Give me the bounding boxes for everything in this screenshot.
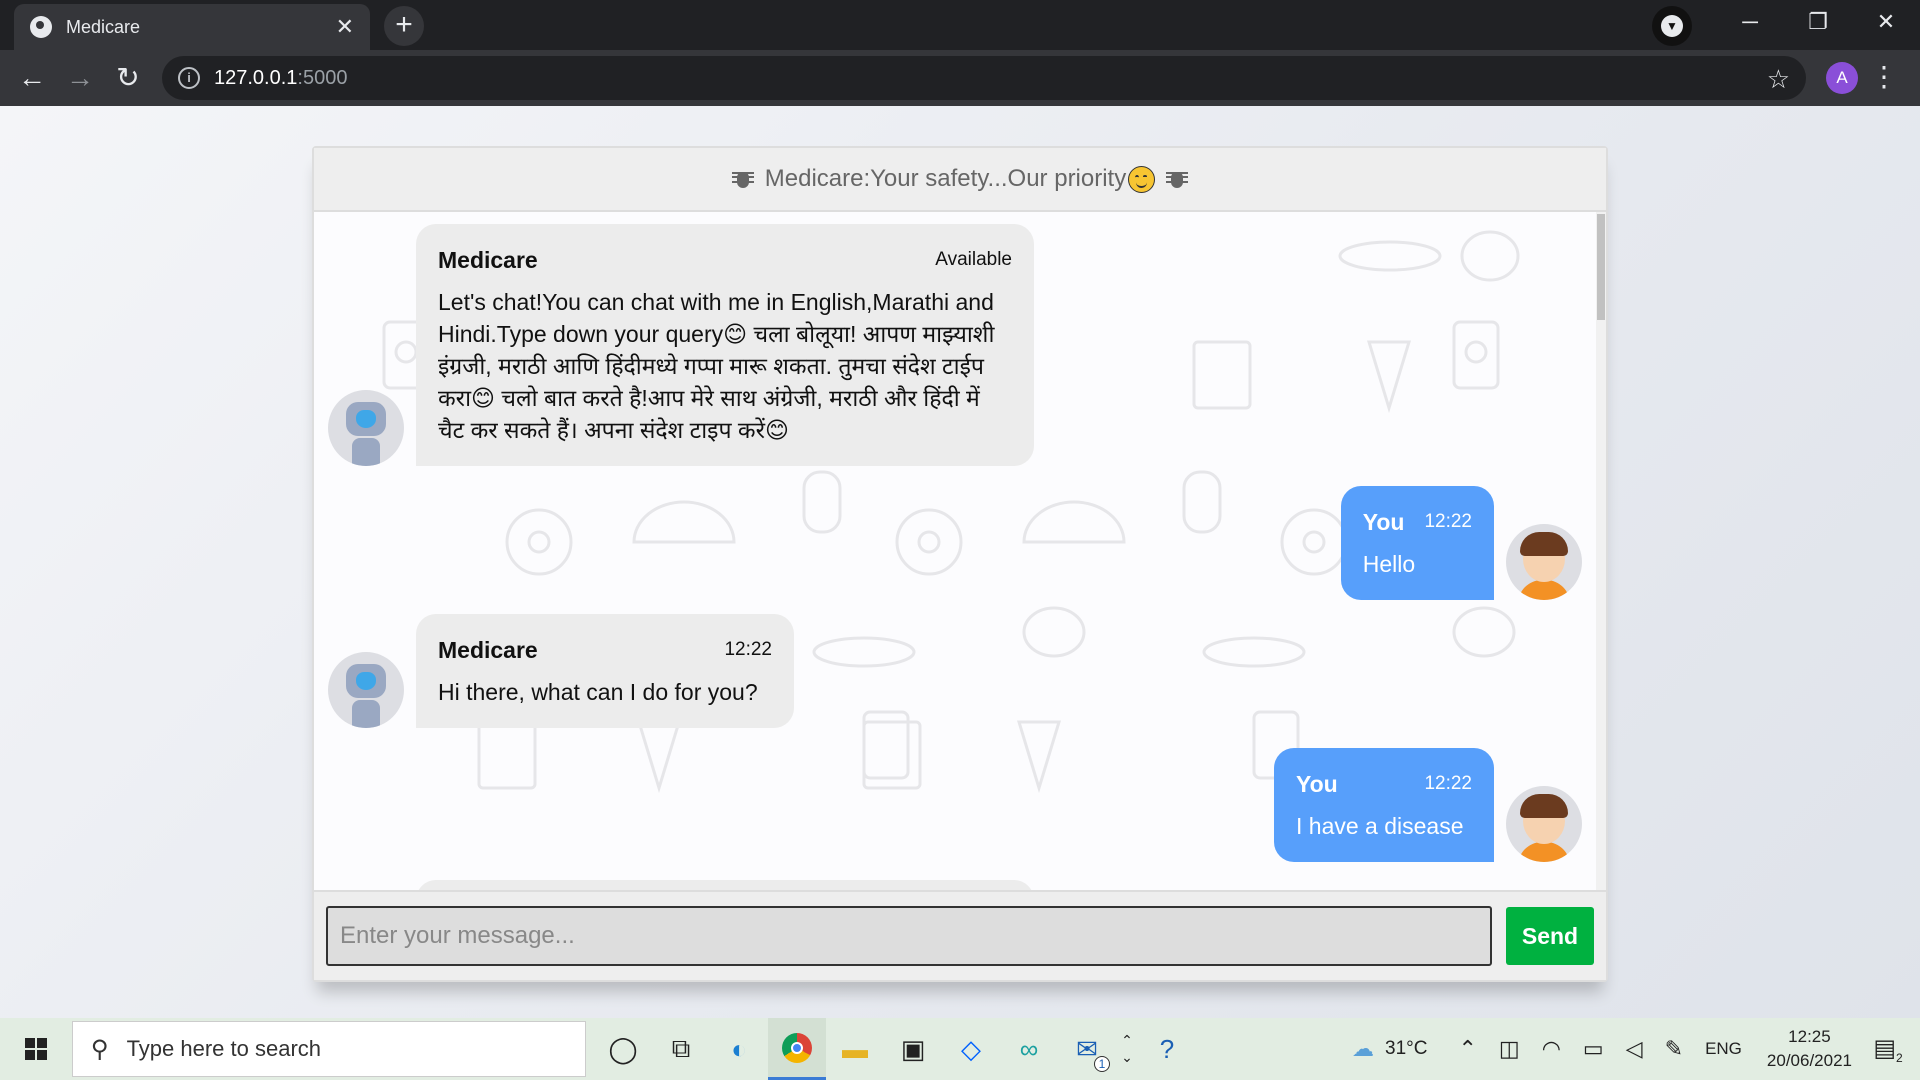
chat-header: Medicare:Your safety...Our priority	[314, 148, 1606, 212]
send-button[interactable]: Send	[1506, 907, 1594, 965]
search-icon: ⚲	[91, 1035, 109, 1063]
mail-badge: 1	[1094, 1056, 1110, 1072]
user-avatar	[1506, 786, 1582, 862]
message-text: Hello	[1362, 551, 1416, 577]
browser-toolbar: ← → ↻ i 127.0.0.1:5000 ☆ A ⋮	[0, 50, 1920, 106]
mail-icon[interactable]: ✉ 1	[1058, 1018, 1116, 1080]
language-indicator[interactable]: ENG	[1705, 1039, 1742, 1059]
forward-button[interactable]: →	[60, 58, 100, 98]
message-sender: You	[1296, 771, 1338, 797]
browser-tabstrip: Medicare ✕ + ▼ ─ ❐ ✕	[0, 0, 1920, 50]
taskbar-search[interactable]: ⚲ Type here to search	[72, 1021, 586, 1077]
weather-temp[interactable]: 31°C	[1385, 1038, 1427, 1060]
bug-icon	[1165, 167, 1189, 191]
message-time: 12:22	[1424, 511, 1472, 532]
url-host: 127.0.0.1	[214, 66, 298, 89]
cortana-icon[interactable]: ◯	[594, 1018, 652, 1080]
notification-count: 2	[1896, 1050, 1903, 1065]
system-tray: ☁ 31°C ⌃ ◫ ◠ ▭ ◁ ✎ ENG 12:25 20/06/2021 …	[1341, 1018, 1920, 1080]
dropbox-icon[interactable]: ◇	[942, 1018, 1000, 1080]
page-background: Medicare:Your safety...Our priority Medi…	[0, 106, 1920, 1018]
windows-logo-icon	[25, 1038, 47, 1060]
taskbar-scroll-icon[interactable]: ⌃ ⌄	[1116, 1018, 1138, 1080]
clock[interactable]: 12:25 20/06/2021	[1767, 1025, 1852, 1073]
message-bot-welcome: Medicare Available Let's chat!You can cha…	[328, 224, 1034, 466]
notification-icon[interactable]: ▤2	[1866, 1034, 1910, 1065]
file-explorer-icon[interactable]: ▬	[826, 1018, 884, 1080]
store-icon[interactable]: ▣	[884, 1018, 942, 1080]
message-sender: Medicare	[438, 247, 538, 273]
wifi-icon[interactable]: ◠	[1542, 1036, 1561, 1062]
minimize-button[interactable]: ─	[1716, 0, 1784, 44]
start-button[interactable]	[0, 1018, 72, 1080]
user-avatar	[1506, 524, 1582, 600]
message-bot-reply: Medicare 12:22 Hi there, what can I do fo…	[328, 614, 794, 728]
reload-button[interactable]: ↻	[108, 58, 148, 98]
weather-icon[interactable]: ☁	[1352, 1036, 1374, 1062]
infinity-app-icon[interactable]: ∞	[1000, 1018, 1058, 1080]
chevron-up-icon[interactable]: ⌃	[1458, 1036, 1476, 1062]
message-time: 12:22	[1424, 773, 1472, 794]
browser-menu-button[interactable]: ⋮	[1870, 60, 1898, 94]
new-tab-button[interactable]: +	[384, 6, 424, 46]
message-text: Let's chat!You can chat with me in Engli…	[438, 289, 995, 443]
bot-avatar	[328, 652, 404, 728]
bookmark-star-icon[interactable]: ☆	[1767, 64, 1790, 95]
battery-icon[interactable]: ▭	[1583, 1036, 1604, 1062]
chat-input-area: Send	[314, 890, 1606, 980]
tab-close-button[interactable]: ✕	[336, 14, 354, 40]
clock-date: 20/06/2021	[1766, 1051, 1852, 1070]
url-port: :5000	[297, 66, 348, 89]
message-status: Available	[935, 249, 1012, 270]
restore-button[interactable]: ❐	[1784, 0, 1852, 44]
profile-avatar[interactable]: A	[1826, 62, 1858, 94]
message-user-disease: You 12:22 I have a disease	[1274, 748, 1582, 862]
windows-taskbar: ⚲ Type here to search ◯ ⧉ ◐ ▬ ▣ ◇ ∞ ✉ 1 ⌃…	[0, 1018, 1920, 1080]
message-sender: You	[1362, 509, 1405, 535]
message-text: I have a disease	[1296, 813, 1464, 839]
info-icon[interactable]: i	[178, 67, 200, 89]
chat-scrollbar[interactable]	[1596, 212, 1606, 892]
scrollbar-thumb[interactable]	[1597, 214, 1605, 320]
chat-messages[interactable]: Medicare Available Let's chat!You can cha…	[314, 212, 1606, 892]
tab-search-button[interactable]: ▼	[1652, 6, 1692, 46]
chat-window: Medicare:Your safety...Our priority Medi…	[312, 146, 1608, 982]
volume-icon[interactable]: ◁	[1626, 1036, 1643, 1062]
message-time: 12:22	[724, 639, 772, 660]
smile-emoji-icon	[1128, 165, 1156, 193]
chevron-down-icon: ▼	[1661, 15, 1683, 37]
bug-icon	[731, 167, 755, 191]
pen-icon[interactable]: ✎	[1665, 1036, 1683, 1062]
message-input[interactable]	[326, 906, 1492, 966]
message-bubble: Medicare Available Let's chat!You can cha…	[416, 224, 1034, 466]
taskbar-search-placeholder: Type here to search	[126, 1036, 322, 1061]
edge-icon[interactable]: ◐	[710, 1018, 768, 1080]
window-controls: ─ ❐ ✕	[1716, 0, 1920, 44]
message-bubble: You 12:22 I have a disease	[1274, 748, 1494, 862]
tab-title: Medicare	[66, 16, 141, 37]
message-user-hello: You 12:22 Hello	[1340, 486, 1582, 600]
help-icon[interactable]: ?	[1138, 1018, 1196, 1080]
chat-title: Medicare:Your safety...Our priority	[764, 165, 1127, 192]
task-view-icon[interactable]: ⧉	[652, 1018, 710, 1080]
message-text: Hi there, what can I do for you?	[438, 679, 758, 705]
chrome-icon[interactable]	[768, 1018, 826, 1080]
close-window-button[interactable]: ✕	[1852, 0, 1920, 44]
message-bubble: Medicare 12:22 Hi there, what can I do fo…	[416, 614, 794, 728]
back-button[interactable]: ←	[12, 58, 52, 98]
message-sender: Medicare	[438, 637, 538, 663]
bot-avatar	[328, 390, 404, 466]
address-bar[interactable]: i 127.0.0.1:5000 ☆	[162, 56, 1806, 100]
globe-icon	[30, 16, 52, 38]
message-bubble: You 12:22 Hello	[1340, 486, 1494, 600]
tab-medicare[interactable]: Medicare ✕	[14, 4, 370, 50]
meet-now-icon[interactable]: ◫	[1499, 1036, 1520, 1062]
clock-time: 12:25	[1788, 1027, 1831, 1046]
